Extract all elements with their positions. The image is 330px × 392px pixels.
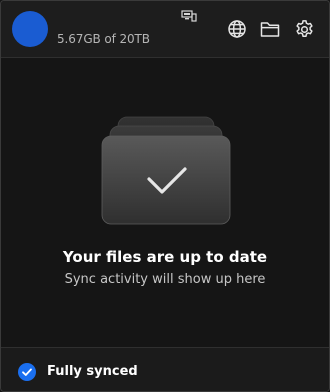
- sync-status-label: Fully synced: [47, 364, 138, 379]
- sync-activity-hint: Sync activity will show up here: [64, 272, 266, 287]
- activity-panel: Your files are up to date Sync activity …: [1, 58, 329, 347]
- check-circle-icon: [18, 363, 36, 381]
- gear-icon: [294, 19, 315, 40]
- sync-client-window: 5.67GB of 20TB Your files are up to date…: [0, 0, 330, 392]
- avatar[interactable]: [12, 11, 48, 47]
- folder-icon: [260, 20, 280, 38]
- header-bar: 5.67GB of 20TB: [1, 1, 329, 58]
- up-to-date-heading: Your files are up to date: [62, 248, 268, 266]
- storage-usage-label: 5.67GB of 20TB: [57, 32, 150, 46]
- sync-status-bar: Fully synced: [1, 347, 329, 391]
- globe-icon: [227, 19, 247, 39]
- settings-button[interactable]: [292, 17, 316, 41]
- stacked-files-checkmark-icon: [101, 115, 231, 225]
- open-folder-button[interactable]: [258, 17, 282, 41]
- tray-status-icon: [181, 7, 197, 22]
- web-button[interactable]: [225, 17, 249, 41]
